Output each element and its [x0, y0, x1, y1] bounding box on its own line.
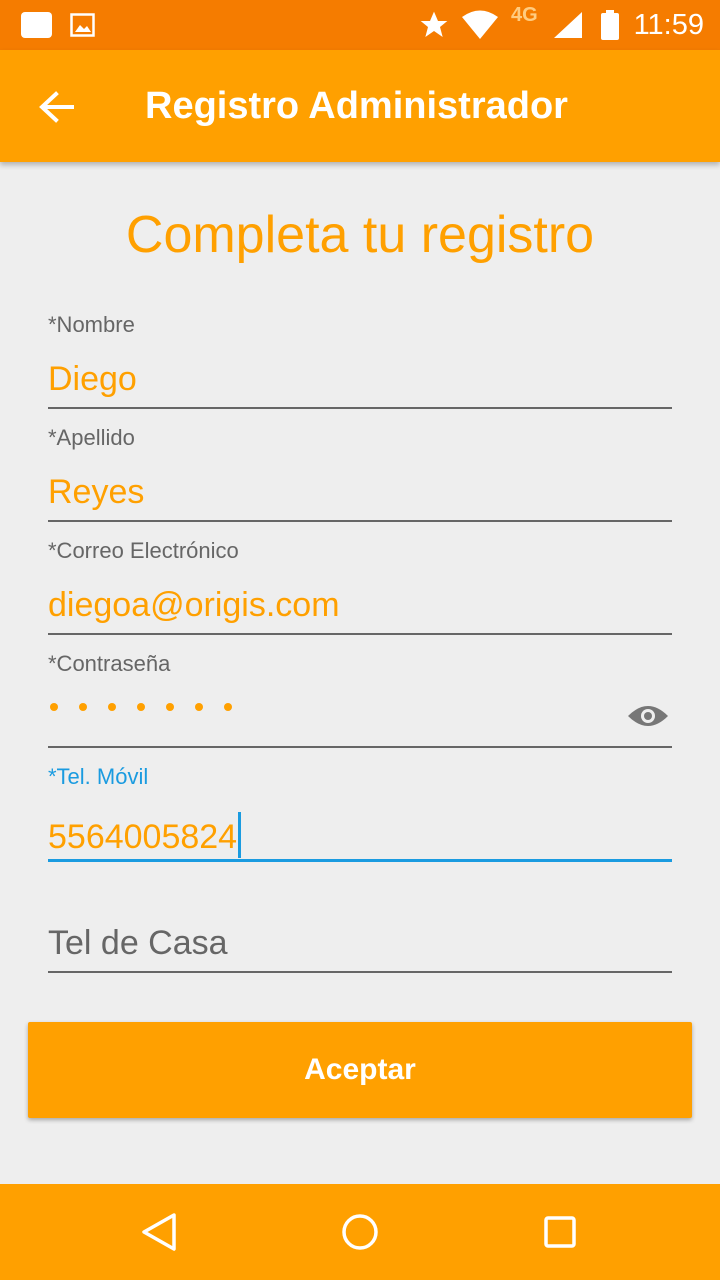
nombre-label: *Nombre	[48, 312, 135, 337]
nombre-underline	[48, 407, 672, 409]
back-triangle-icon[interactable]	[138, 1210, 182, 1254]
password-dot	[50, 703, 58, 711]
accept-button[interactable]: Aceptar	[28, 1022, 692, 1118]
navigation-bar	[0, 1184, 720, 1280]
wifi-icon	[462, 0, 498, 50]
apellido-field[interactable]: *Apellido Reyes	[48, 425, 672, 523]
nombre-field[interactable]: *Nombre Diego	[48, 312, 672, 410]
recents-square-icon[interactable]	[538, 1210, 582, 1254]
eye-icon[interactable]	[626, 701, 670, 731]
password-dot	[166, 703, 174, 711]
password-dot	[137, 703, 145, 711]
mobile-phone-label: *Tel. Móvil	[48, 764, 149, 789]
status-bar: 4G 11:59	[0, 0, 720, 50]
battery-icon	[598, 0, 622, 50]
nombre-value[interactable]: Diego	[48, 360, 137, 399]
mobile-phone-underline	[48, 859, 672, 862]
email-field[interactable]: *Correo Electrónico diegoa@origis.com	[48, 538, 672, 636]
mobile-phone-input[interactable]: 5564005824	[48, 812, 242, 858]
email-value[interactable]: diegoa@origis.com	[48, 586, 340, 625]
star-icon	[418, 0, 450, 50]
password-label: *Contraseña	[48, 651, 171, 676]
app-bar: Registro Administrador	[0, 50, 720, 162]
home-phone-placeholder[interactable]: Tel de Casa	[48, 924, 228, 963]
mobile-phone-field[interactable]: *Tel. Móvil 5564005824	[48, 764, 672, 864]
email-label: *Correo Electrónico	[48, 538, 239, 563]
arrow-back-icon[interactable]	[28, 80, 84, 136]
apellido-label: *Apellido	[48, 425, 135, 450]
home-circle-icon[interactable]	[338, 1210, 382, 1254]
password-dot	[224, 703, 232, 711]
password-dot	[108, 703, 116, 711]
password-underline	[48, 746, 672, 748]
home-phone-field[interactable]: Tel de Casa	[48, 920, 672, 976]
notification-icon	[20, 0, 54, 50]
mobile-phone-value: 5564005824	[48, 818, 238, 856]
clock: 11:59	[633, 8, 704, 41]
page-title: Registro Administrador	[145, 85, 568, 127]
signal-icon	[552, 0, 584, 50]
apellido-underline	[48, 520, 672, 522]
email-underline	[48, 633, 672, 635]
network-type: 4G	[511, 3, 538, 26]
apellido-value[interactable]: Reyes	[48, 473, 144, 512]
home-phone-underline	[48, 971, 672, 973]
password-value[interactable]	[50, 703, 232, 711]
image-icon	[70, 0, 96, 50]
password-dot	[79, 703, 87, 711]
form-heading: Completa tu registro	[125, 206, 595, 264]
text-cursor	[238, 812, 242, 858]
password-field[interactable]: *Contraseña	[48, 651, 672, 749]
password-dot	[195, 703, 203, 711]
